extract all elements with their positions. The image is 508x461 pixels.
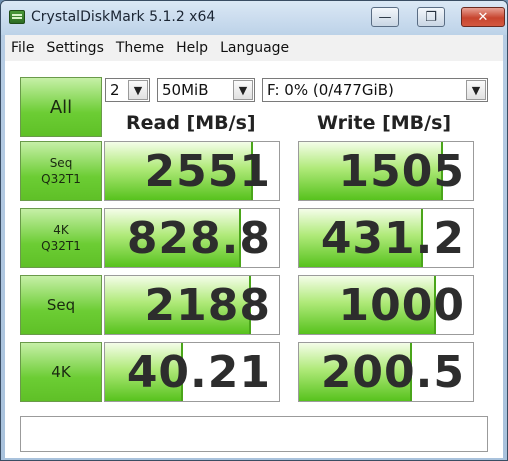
chevron-down-icon[interactable]: ▼ xyxy=(466,80,486,100)
drive-value: F: 0% (0/477GiB) xyxy=(267,81,394,99)
menu-theme[interactable]: Theme xyxy=(116,40,164,56)
4k-q32t1-write-result: 431.2 xyxy=(298,208,474,268)
row-label-line2: Q32T1 xyxy=(41,239,81,253)
menu-language[interactable]: Language xyxy=(220,40,289,56)
maximize-button[interactable]: ❐ xyxy=(417,7,445,27)
test-count-select[interactable]: 2 ▼ xyxy=(105,78,150,102)
row-label-line1: 4K xyxy=(51,363,71,381)
row-label-line2: Q32T1 xyxy=(41,172,81,186)
read-value: 828.8 xyxy=(126,213,271,264)
read-value: 40.21 xyxy=(126,347,271,398)
title-bar[interactable]: CrystalDiskMark 5.1.2 x64 — ❐ ✕ xyxy=(1,1,507,35)
seq-q32t1-write-result: 1505 xyxy=(298,141,474,201)
write-value: 1505 xyxy=(338,146,465,197)
comment-field[interactable] xyxy=(20,416,488,452)
window-title: CrystalDiskMark 5.1.2 x64 xyxy=(31,9,216,25)
menu-bar: File Settings Theme Help Language xyxy=(5,35,503,61)
write-value: 200.5 xyxy=(320,347,465,398)
4k-q32t1-button[interactable]: 4K Q32T1 xyxy=(20,208,102,268)
row-label-line1: Seq xyxy=(49,156,73,170)
4k-q32t1-read-result: 828.8 xyxy=(104,208,280,268)
read-value: 2551 xyxy=(144,146,271,197)
drive-select[interactable]: F: 0% (0/477GiB) ▼ xyxy=(262,78,488,102)
row-label-line1: 4K xyxy=(53,223,69,237)
menu-file[interactable]: File xyxy=(11,40,34,56)
menu-help[interactable]: Help xyxy=(176,40,208,56)
seq-q32t1-button[interactable]: Seq Q32T1 xyxy=(20,141,102,201)
4k-write-result: 200.5 xyxy=(298,342,474,402)
read-value: 2188 xyxy=(144,280,271,331)
test-count-value: 2 xyxy=(110,81,120,99)
4k-button[interactable]: 4K xyxy=(20,342,102,402)
benchmark-panel: All 2 ▼ 50MiB ▼ F: 0% (0/477GiB) ▼ Read … xyxy=(5,61,503,458)
seq-button[interactable]: Seq xyxy=(20,275,102,335)
minimize-button[interactable]: — xyxy=(371,7,399,27)
read-column-header: Read [MB/s] xyxy=(126,112,256,134)
seq-read-result: 2188 xyxy=(104,275,280,335)
seq-q32t1-read-result: 2551 xyxy=(104,141,280,201)
write-value: 1000 xyxy=(338,280,465,331)
seq-write-result: 1000 xyxy=(298,275,474,335)
4k-read-result: 40.21 xyxy=(104,342,280,402)
close-button[interactable]: ✕ xyxy=(461,7,505,27)
write-column-header: Write [MB/s] xyxy=(317,112,452,134)
chevron-down-icon[interactable]: ▼ xyxy=(233,80,253,100)
app-icon xyxy=(9,10,25,24)
test-size-select[interactable]: 50MiB ▼ xyxy=(157,78,255,102)
app-window: CrystalDiskMark 5.1.2 x64 — ❐ ✕ File Set… xyxy=(0,0,508,461)
write-value: 431.2 xyxy=(320,213,465,264)
row-label-line1: Seq xyxy=(46,296,76,314)
menu-settings[interactable]: Settings xyxy=(46,40,103,56)
test-size-value: 50MiB xyxy=(162,81,209,99)
chevron-down-icon[interactable]: ▼ xyxy=(128,80,148,100)
run-all-button[interactable]: All xyxy=(20,77,102,137)
